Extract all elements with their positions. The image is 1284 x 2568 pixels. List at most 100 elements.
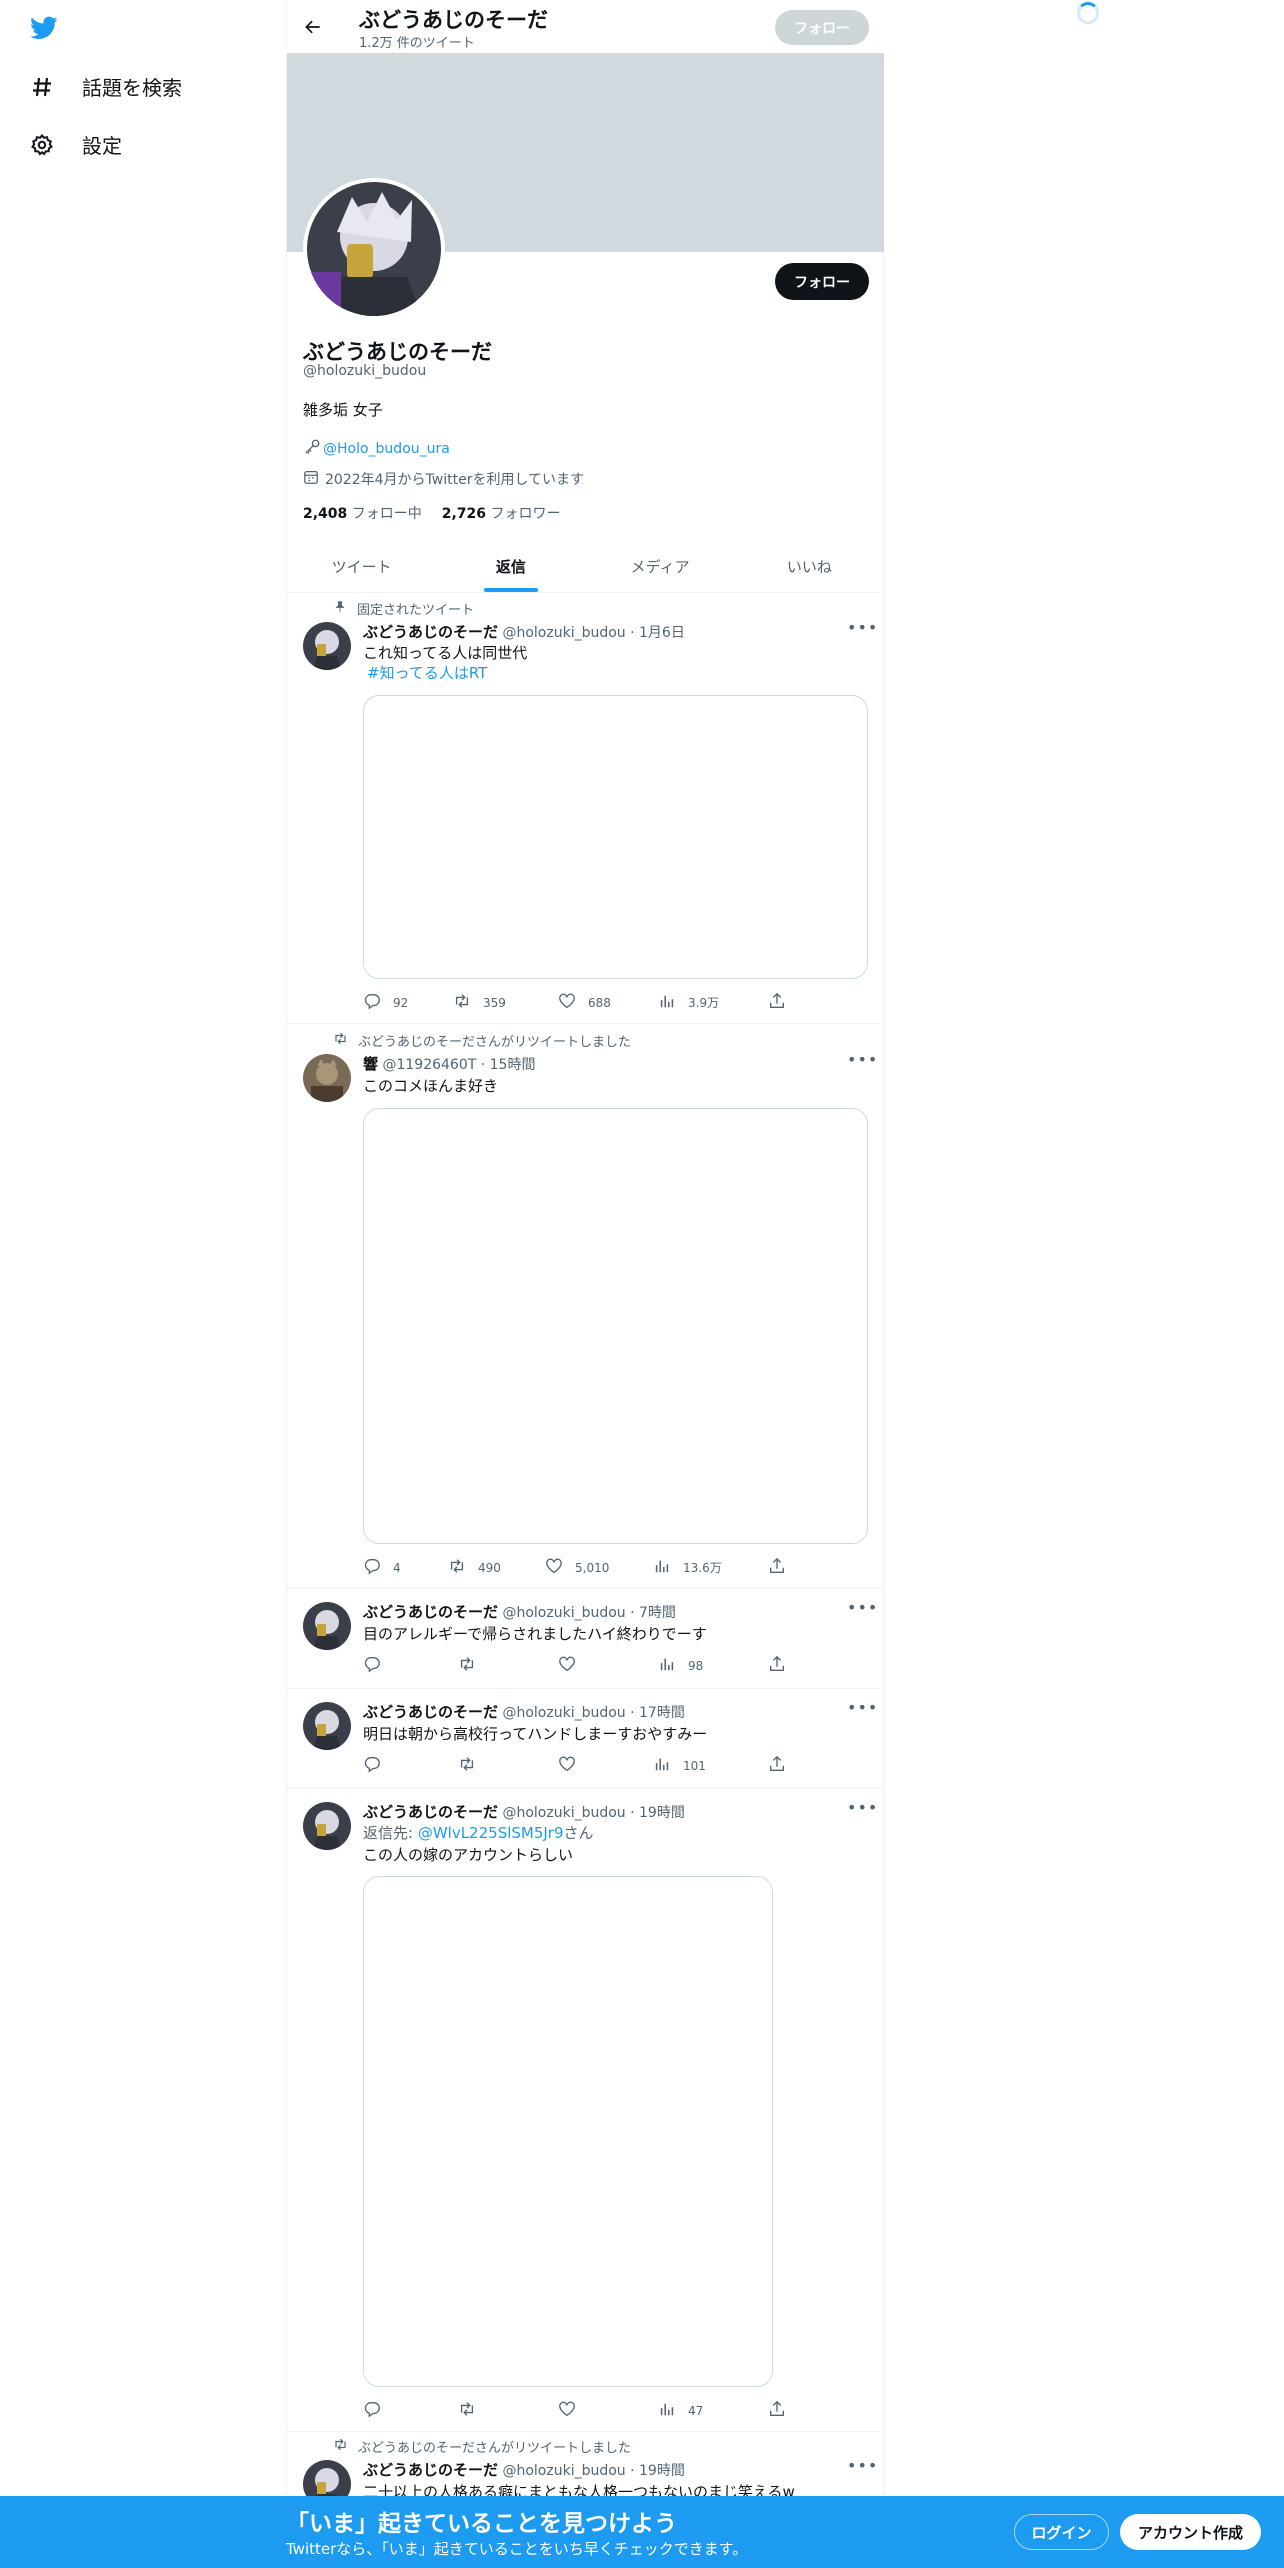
nav-settings[interactable]: 設定 — [28, 130, 122, 159]
views-count: 98 — [688, 1658, 704, 1673]
login-button[interactable]: ログイン — [1014, 2514, 1109, 2550]
tweet-text: 目のアレルギーで帰らされましたハイ終わりでーす — [363, 1625, 707, 1643]
tweet-avatar[interactable] — [303, 1702, 351, 1750]
more-icon[interactable]: ••• — [847, 2456, 878, 2475]
share-icon — [768, 1557, 786, 1578]
more-icon[interactable]: ••• — [847, 1798, 878, 1817]
retweet-button[interactable] — [458, 2400, 476, 2421]
retweet-icon — [333, 1031, 348, 1050]
reply-prefix: 返信先: — [363, 1824, 418, 1842]
gear-icon — [28, 131, 56, 159]
views-count: 13.6万 — [683, 1561, 722, 1575]
profile-avatar[interactable] — [303, 178, 445, 320]
tweet-card[interactable]: ぶどうあじのそーだ @holozuki_budou · 17時間 ••• 明日は… — [287, 1689, 884, 1789]
tweet-header: ぶどうあじのそーだ @holozuki_budou · 1月6日 — [363, 621, 685, 642]
tweet-card[interactable]: ぶどうあじのそーださんがリツイートしました 響 @11926460T · 15時… — [287, 1024, 884, 1589]
reply-icon — [363, 992, 381, 1013]
like-button[interactable] — [558, 1755, 576, 1776]
back-arrow-icon[interactable] — [299, 13, 327, 41]
share-icon — [768, 1755, 786, 1776]
retweet-button[interactable] — [458, 1655, 476, 1676]
tweet-author-name[interactable]: ぶどうあじのそーだ — [363, 1603, 498, 1621]
share-button[interactable] — [768, 1655, 786, 1676]
reply-icon — [363, 1655, 381, 1676]
more-icon[interactable]: ••• — [847, 1598, 878, 1617]
like-button[interactable]: 5,010 — [545, 1557, 609, 1578]
profile-link-text[interactable]: @Holo_budou_ura — [323, 441, 450, 457]
loading-spinner-icon — [1077, 2, 1099, 24]
reply-button[interactable]: 92 — [363, 992, 408, 1013]
tab-replies[interactable]: 返信 — [436, 540, 585, 592]
tweet-card[interactable]: 固定されたツイート ぶどうあじのそーだ @holozuki_budou · 1月… — [287, 594, 884, 1024]
more-icon[interactable]: ••• — [847, 618, 878, 637]
tab-media[interactable]: メディア — [586, 540, 735, 592]
tweet-meta: @holozuki_budou · 19時間 — [502, 1805, 685, 1821]
reply-button[interactable] — [363, 1755, 381, 1776]
views-count: 101 — [683, 1758, 706, 1773]
views-button[interactable]: 98 — [658, 1655, 703, 1676]
tab-tweets[interactable]: ツイート — [287, 540, 436, 592]
tweet-media[interactable] — [363, 1108, 868, 1544]
twitter-logo-icon[interactable] — [28, 14, 64, 44]
share-button[interactable] — [768, 1557, 786, 1578]
share-button[interactable] — [768, 2400, 786, 2421]
more-icon[interactable]: ••• — [847, 1050, 878, 1069]
tweet-text: この人の嫁のアカウントらしい — [363, 1846, 574, 1864]
like-button[interactable] — [558, 1655, 576, 1676]
followers-stat[interactable]: 2,726 フォロワー — [442, 503, 561, 523]
tweet-media[interactable] — [363, 695, 868, 979]
tweet-context: ぶどうあじのそーださんがリツイートしました — [333, 2437, 631, 2456]
reply-button[interactable] — [363, 2400, 381, 2421]
retweet-button[interactable] — [458, 1755, 476, 1776]
tweet-hashtag[interactable]: #知ってる人はRT — [367, 662, 487, 683]
profile-header-bar: ぶどうあじのそーだ 1.2万 件のツイート フォロー — [287, 0, 884, 53]
following-count: 2,408 — [303, 506, 348, 522]
hashtag-icon — [28, 73, 56, 101]
like-button[interactable] — [558, 2400, 576, 2421]
following-stat[interactable]: 2,408 フォロー中 — [303, 503, 422, 523]
retweet-button[interactable]: 490 — [448, 1557, 501, 1578]
header-follow-button[interactable]: フォロー — [775, 10, 869, 45]
tweet-author-name[interactable]: ぶどうあじのそーだ — [363, 1803, 498, 1821]
nav-explore[interactable]: 話題を検索 — [28, 72, 182, 101]
tweet-author-name[interactable]: ぶどうあじのそーだ — [363, 1703, 498, 1721]
tweet-media[interactable] — [363, 1876, 773, 2387]
follow-button[interactable]: フォロー — [775, 263, 869, 300]
tweet-avatar[interactable] — [303, 1602, 351, 1650]
calendar-icon — [303, 469, 319, 489]
tweet-card[interactable]: ぶどうあじのそーだ @holozuki_budou · 7時間 ••• 目のアレ… — [287, 1589, 884, 1689]
tweet-meta: @11926460T · 15時間 — [382, 1057, 536, 1073]
tweet-author-name[interactable]: ぶどうあじのそーだ — [363, 623, 498, 641]
views-button[interactable]: 13.6万 — [653, 1557, 722, 1578]
heart-icon — [558, 992, 576, 1013]
share-button[interactable] — [768, 992, 786, 1013]
views-button[interactable]: 47 — [658, 2400, 703, 2421]
views-count: 3.9万 — [688, 996, 720, 1010]
like-button[interactable]: 688 — [558, 992, 611, 1013]
like-count: 5,010 — [575, 1560, 610, 1575]
tweet-avatar[interactable] — [303, 1802, 351, 1850]
reply-button[interactable]: 4 — [363, 1557, 401, 1578]
reply-to-handle[interactable]: @WlvL225SlSM5Jr9 — [418, 1824, 564, 1842]
nav-explore-label: 話題を検索 — [82, 76, 182, 100]
retweet-button[interactable]: 359 — [453, 992, 506, 1013]
tweet-meta: @holozuki_budou · 17時間 — [502, 1705, 685, 1721]
tweet-actions: 47 — [363, 2400, 793, 2420]
tweet-header: ぶどうあじのそーだ @holozuki_budou · 17時間 — [363, 1701, 685, 1722]
tweet-meta: @holozuki_budou · 19時間 — [502, 2463, 685, 2479]
views-button[interactable]: 101 — [653, 1755, 706, 1776]
followers-label: フォロワー — [490, 506, 561, 522]
share-button[interactable] — [768, 1755, 786, 1776]
more-icon[interactable]: ••• — [847, 1698, 878, 1717]
profile-link[interactable]: @Holo_budou_ura — [303, 438, 450, 460]
tweet-author-name[interactable]: ぶどうあじのそーだ — [363, 2461, 498, 2479]
tweet-card[interactable]: ぶどうあじのそーだ @holozuki_budou · 19時間 ••• 返信先… — [287, 1789, 884, 2432]
profile-column: ぶどうあじのそーだ 1.2万 件のツイート フォロー フォロー ぶどうあじのそー… — [286, 0, 884, 2568]
tweet-author-name[interactable]: 響 — [363, 1055, 378, 1073]
tab-likes[interactable]: いいね — [735, 540, 884, 592]
reply-button[interactable] — [363, 1655, 381, 1676]
tweet-avatar[interactable] — [303, 1054, 351, 1102]
tweet-avatar[interactable] — [303, 622, 351, 670]
views-button[interactable]: 3.9万 — [658, 992, 719, 1013]
signup-button[interactable]: アカウント作成 — [1120, 2514, 1261, 2550]
